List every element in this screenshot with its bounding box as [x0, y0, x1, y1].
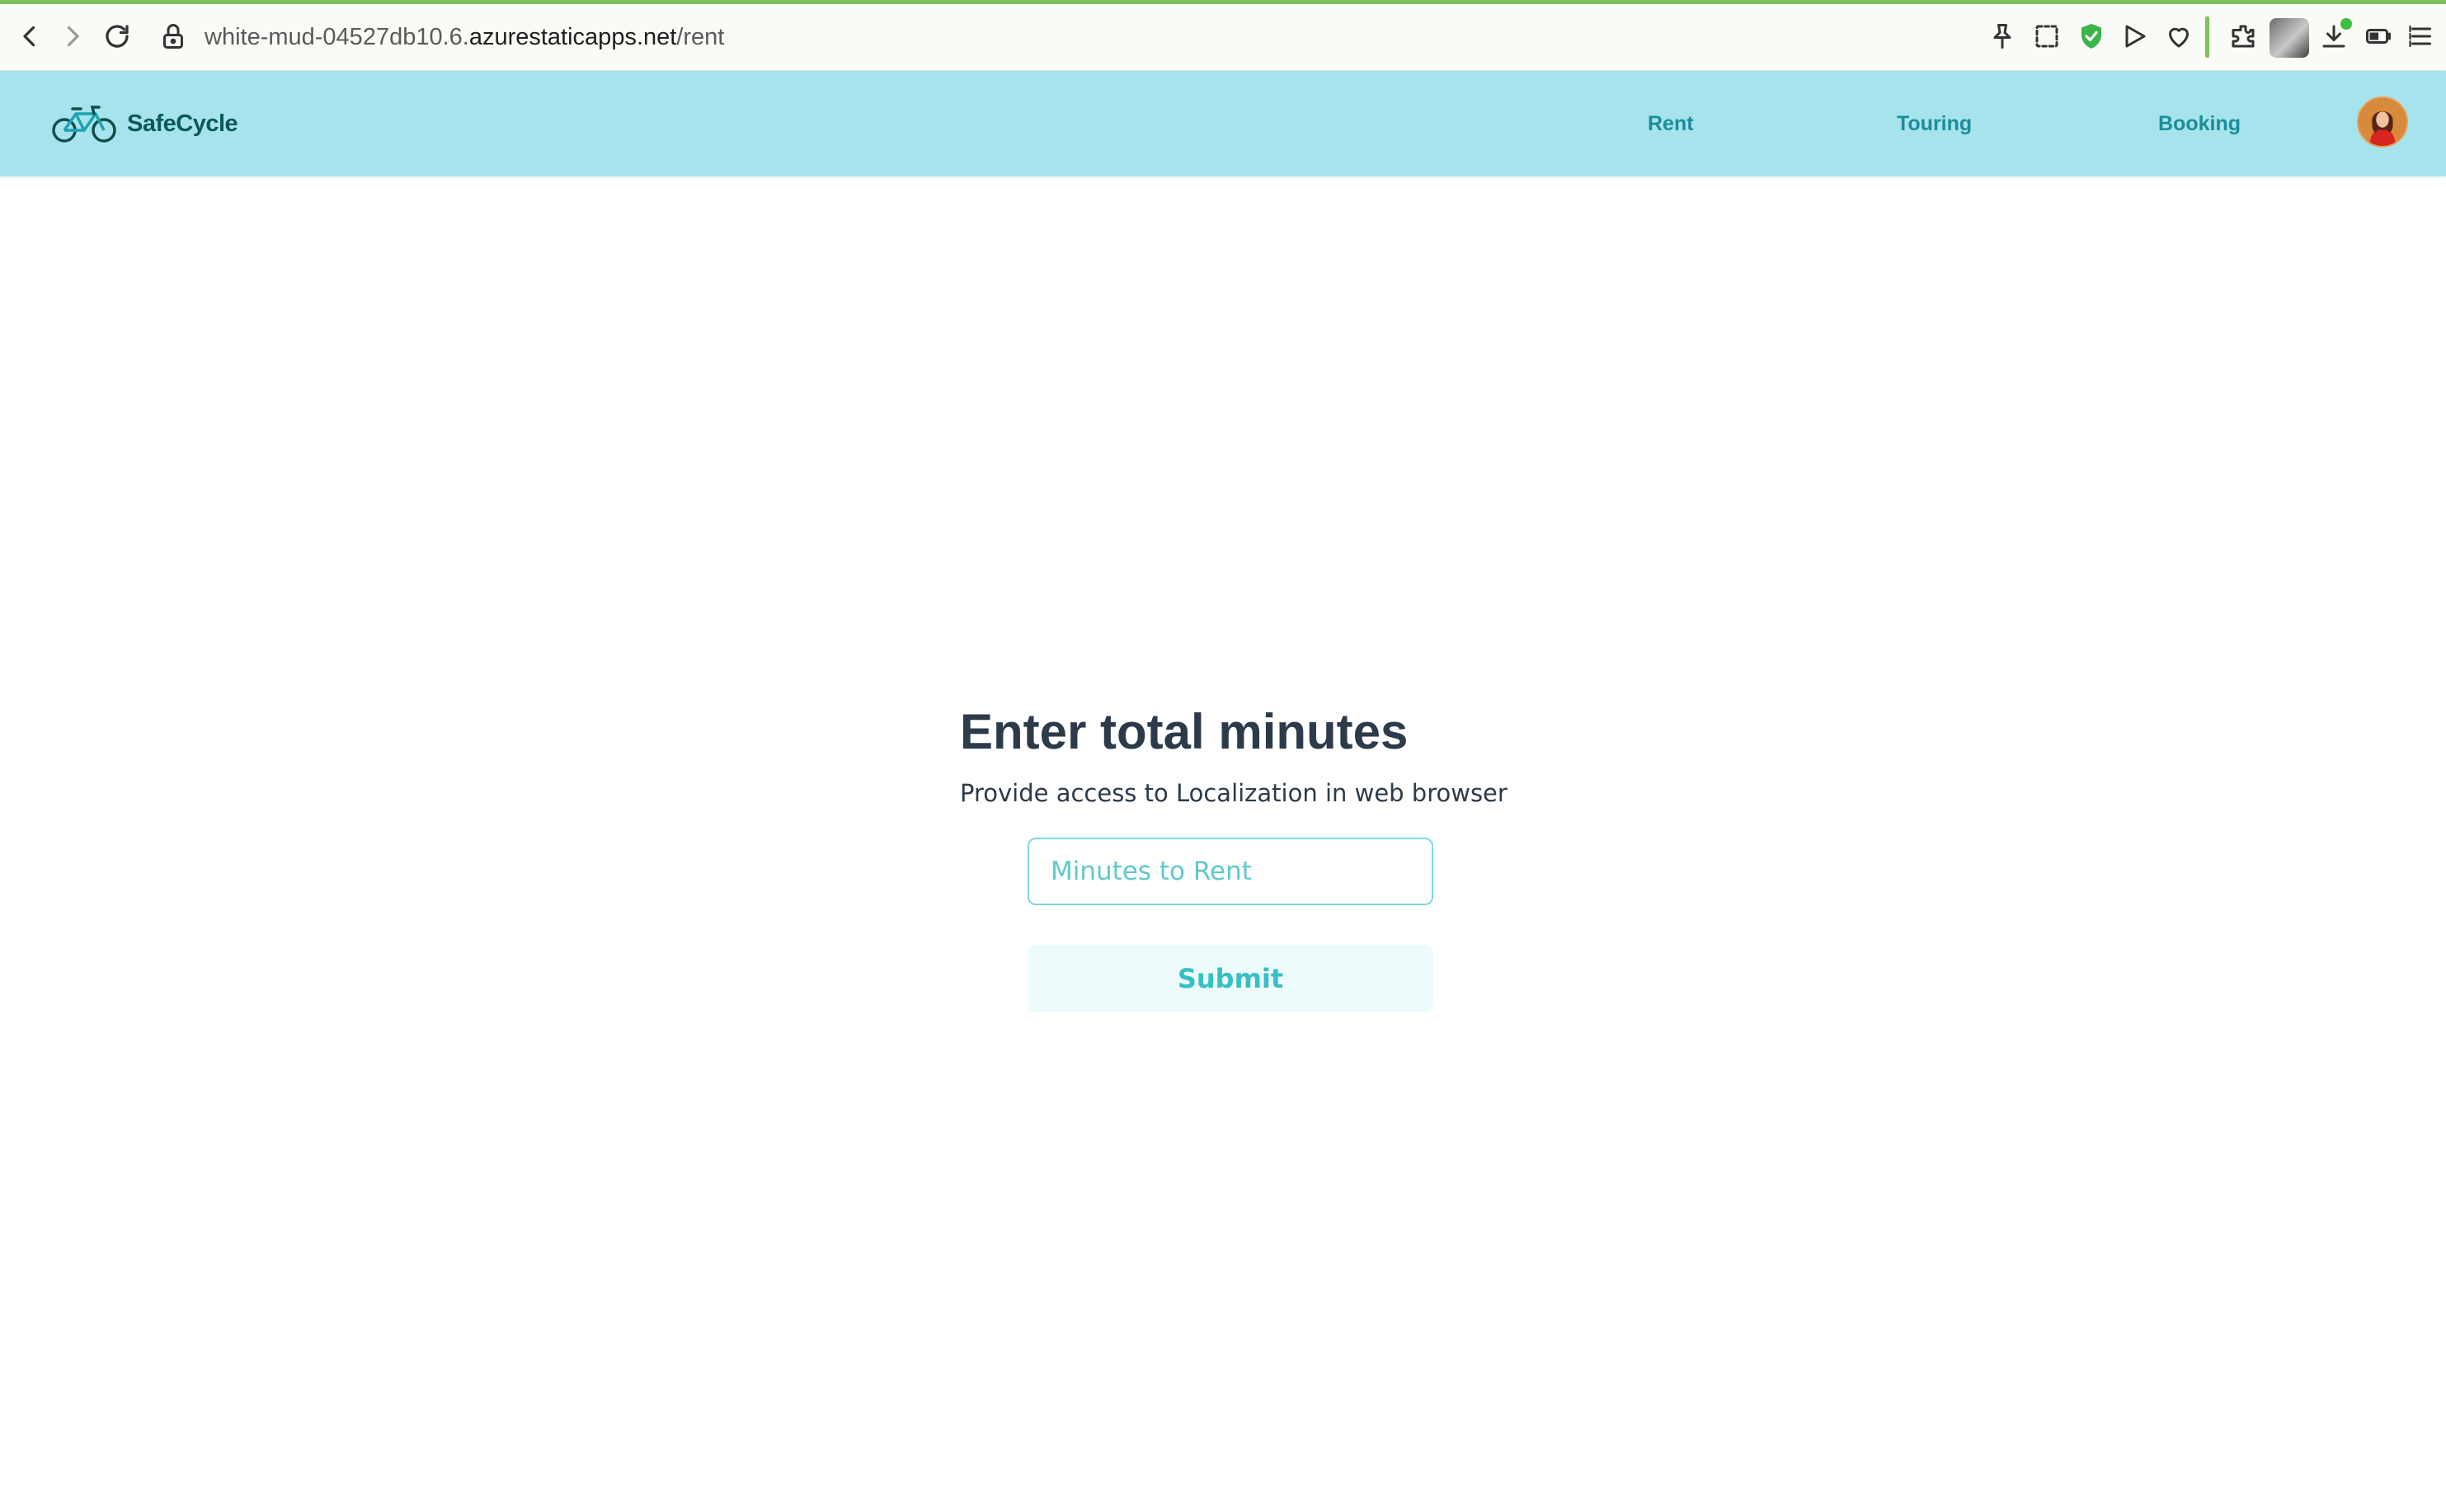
menu-icon[interactable]	[2403, 18, 2439, 54]
browser-toolbar: white-mud-04527db10.6.azurestaticapps.ne…	[0, 0, 2446, 71]
nav-link-booking[interactable]: Booking	[2158, 107, 2241, 140]
url-domain: azurestaticapps.net	[468, 24, 677, 50]
reload-icon[interactable]	[99, 18, 135, 54]
minutes-input[interactable]	[1028, 838, 1433, 905]
page-title: Enter total minutes	[960, 704, 1409, 759]
extensions-icon[interactable]	[2225, 18, 2261, 54]
submit-button[interactable]: Submit	[1028, 945, 1433, 1012]
rent-form: Enter total minutes Provide access to Lo…	[960, 699, 1508, 1012]
localization-hint: Provide access to Localization in web br…	[960, 779, 1508, 807]
url-path: /rent	[676, 24, 725, 50]
screenshot-icon[interactable]	[2029, 18, 2065, 54]
url-prefix: white-mud-04527db10.6.	[205, 24, 469, 50]
nav-link-rent[interactable]: Rent	[1648, 107, 1694, 140]
pin-icon[interactable]	[1984, 18, 2020, 54]
user-avatar[interactable]	[2357, 96, 2408, 148]
page-load-indicator	[0, 0, 2446, 4]
nav-link-touring[interactable]: Touring	[1897, 107, 1972, 140]
back-icon[interactable]	[12, 18, 48, 54]
forward-icon[interactable]	[54, 18, 91, 54]
battery-icon[interactable]	[2360, 18, 2397, 54]
user-photo-icon	[2359, 98, 2406, 146]
lock-icon[interactable]	[155, 18, 191, 54]
profile-picture-icon[interactable]	[2270, 18, 2309, 58]
brand-name: SafeCycle	[127, 110, 238, 137]
site-header: SafeCycle Rent Touring Booking	[0, 71, 2446, 176]
heart-icon[interactable]	[2161, 18, 2197, 54]
shield-icon[interactable]	[2073, 18, 2110, 54]
download-badge	[2340, 18, 2352, 30]
brand-logo[interactable]: SafeCycle	[51, 101, 238, 147]
address-bar[interactable]: white-mud-04527db10.6.azurestaticapps.ne…	[205, 21, 724, 54]
play-icon[interactable]	[2116, 18, 2152, 54]
bicycle-icon	[52, 106, 116, 143]
toolbar-divider	[2205, 16, 2209, 58]
